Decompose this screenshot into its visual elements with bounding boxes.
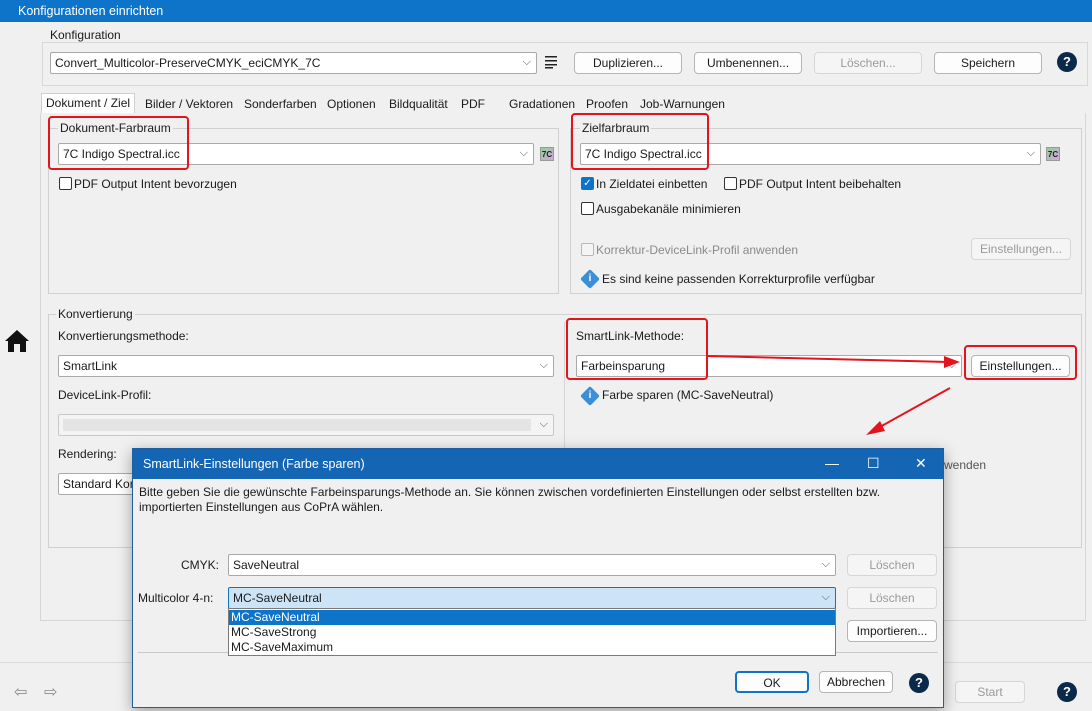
- chevron-down-icon: ⌵: [821, 591, 830, 603]
- multicolor-dropdown-list: MC-SaveNeutral MC-SaveStrong MC-SaveMaxi…: [228, 608, 836, 656]
- dialog-title: SmartLink-Einstellungen (Farbe sparen): [143, 457, 365, 471]
- back-arrow-icon[interactable]: ⇦: [14, 682, 27, 702]
- minimize-icon[interactable]: —: [825, 455, 839, 471]
- multicolor-delete-button[interactable]: Löschen: [847, 587, 937, 609]
- dialog-title-bar: SmartLink-Einstellungen (Farbe sparen) —…: [133, 449, 943, 479]
- help-icon[interactable]: ?: [1057, 682, 1077, 702]
- cmyk-delete-button[interactable]: Löschen: [847, 554, 937, 576]
- start-button[interactable]: Start: [955, 681, 1025, 703]
- cmyk-value: SaveNeutral: [233, 558, 300, 572]
- chevron-down-icon: ⌵: [821, 558, 830, 570]
- forward-arrow-icon[interactable]: ⇨: [44, 682, 57, 702]
- multicolor-select[interactable]: MC-SaveNeutral ⌵: [228, 587, 836, 609]
- smartlink-settings-dialog: SmartLink-Einstellungen (Farbe sparen) —…: [132, 448, 944, 708]
- dropdown-option[interactable]: MC-SaveStrong: [229, 625, 835, 640]
- maximize-icon[interactable]: ☐: [867, 455, 880, 472]
- import-button[interactable]: Importieren...: [847, 620, 937, 642]
- cmyk-select[interactable]: SaveNeutral ⌵: [228, 554, 836, 576]
- cancel-button[interactable]: Abbrechen: [819, 671, 893, 693]
- multicolor-value: MC-SaveNeutral: [233, 591, 322, 605]
- multicolor-label: Multicolor 4-n:: [138, 591, 214, 605]
- close-icon[interactable]: ✕: [915, 455, 927, 472]
- ok-button[interactable]: OK: [735, 671, 809, 693]
- cmyk-label: CMYK:: [181, 558, 220, 572]
- dialog-description: Bitte geben Sie die gewünschte Farbeinsp…: [139, 485, 881, 514]
- dropdown-option[interactable]: MC-SaveMaximum: [229, 640, 835, 655]
- help-icon[interactable]: ?: [909, 673, 929, 693]
- dropdown-option[interactable]: MC-SaveNeutral: [229, 610, 835, 625]
